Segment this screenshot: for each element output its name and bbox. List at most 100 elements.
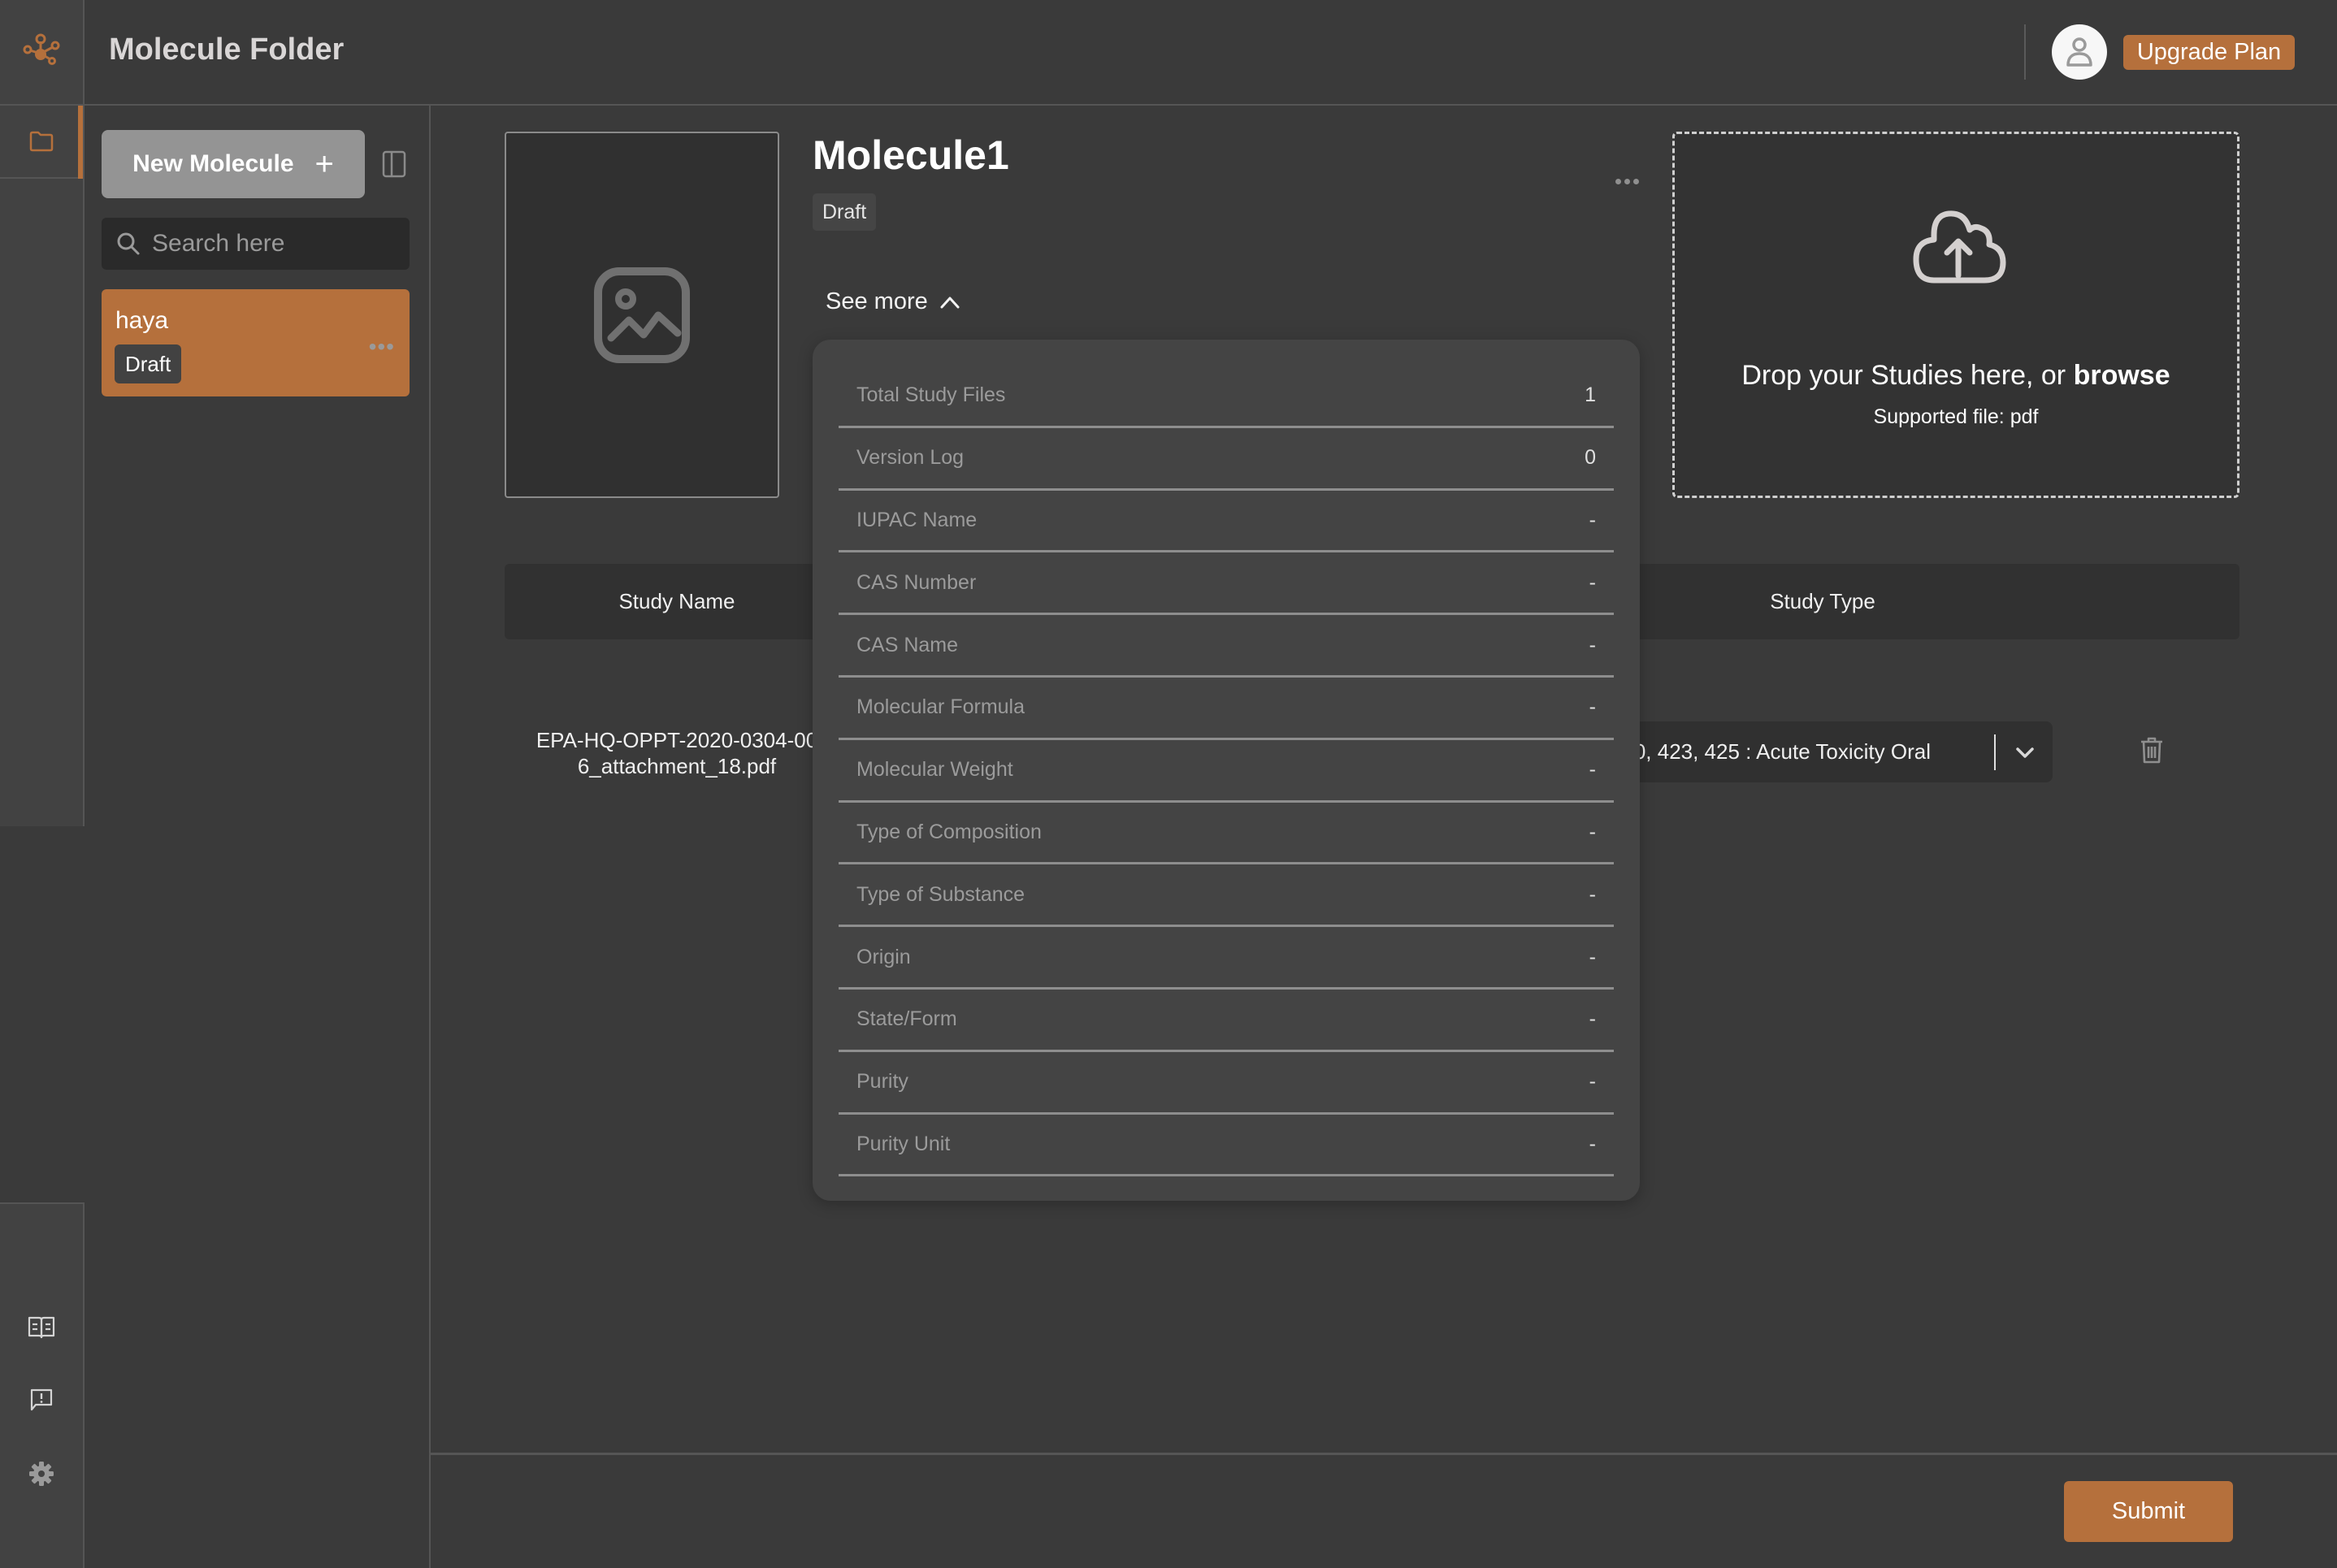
detail-label: Purity [856,1070,908,1094]
see-more-toggle[interactable]: See more [826,288,960,315]
study-name-line: EPA-HQ-OPPT-2020-0304-00 [535,728,818,752]
detail-label: State/Form [856,1007,957,1031]
detail-label: IUPAC Name [856,508,978,531]
rail-divider [0,1202,83,1204]
molecule-details-popover: Total Study Files 1 Version Log 0 IUPAC Name… [813,340,1640,1201]
user-icon [2066,37,2092,67]
trash-icon [2141,737,2162,764]
chevron-down-icon [2016,747,2034,758]
detail-row: CAS Name - [839,615,1614,678]
detail-label: Total Study Files [856,383,1006,407]
molecule-item-menu-icon[interactable]: ••• [369,334,395,360]
upgrade-plan-button[interactable]: Upgrade Plan [2123,35,2295,70]
detail-row: Total Study Files 1 [839,366,1614,428]
search-input[interactable] [152,230,396,258]
new-molecule-label: New Molecule [132,150,294,177]
detail-value: - [1589,633,1596,656]
image-icon [594,266,690,363]
rail-active-indicator [78,106,83,179]
molecule-item-name: haya [115,307,169,334]
detail-row: Molecular Weight - [839,740,1614,803]
cloud-upload-icon [1913,210,2006,284]
detail-row: CAS Number - [839,552,1614,616]
study-type-select[interactable]: 420, 423, 425 : Acute Toxicity Oral [1609,721,2053,782]
detail-row: Type of Substance - [839,864,1614,928]
folder-icon [29,131,54,152]
detail-row: Purity - [839,1052,1614,1115]
molecule-image-placeholder[interactable] [505,132,779,498]
new-molecule-button[interactable]: New Molecule + [102,130,365,198]
detail-value: - [1589,1007,1596,1031]
study-name-line: 6_attachment_18.pdf [577,754,777,778]
column-study-type: Study Type [1770,589,1875,613]
study-type-value: 420, 423, 425 : Acute Toxicity Oral [1610,739,1931,764]
top-header [0,0,2337,106]
detail-value: - [1589,820,1596,843]
search-icon [117,232,140,255]
chevron-up-icon [940,297,960,308]
dropzone-text: Drop your Studies here, or browse [1675,360,2237,392]
sidebar-toggle-icon [382,150,406,178]
plus-icon: + [314,146,334,182]
collapse-sidebar-button[interactable] [380,149,408,179]
rail-item-docs[interactable] [0,1303,83,1352]
page-title: Molecule Folder [109,32,345,67]
select-divider [1994,734,1996,770]
user-avatar[interactable] [2052,24,2107,80]
gear-icon [29,1462,54,1486]
detail-value: - [1589,508,1596,531]
detail-row: Type of Composition - [839,803,1614,865]
detail-value: - [1589,945,1596,968]
detail-label: Molecular Weight [856,758,1013,782]
study-dropzone[interactable]: Drop your Studies here, or browse Suppor… [1672,132,2239,498]
search-box[interactable] [102,218,410,270]
detail-row: Origin - [839,927,1614,990]
detail-label: Type of Substance [856,882,1025,906]
detail-value: - [1589,1070,1596,1094]
molecule-title: Molecule1 [813,132,1009,178]
molecule-more-menu[interactable] [1611,169,1643,193]
dot-icon [1624,178,1630,184]
see-more-label: See more [826,288,928,314]
detail-label: Type of Composition [856,820,1042,843]
supported-file-note: Supported file: pdf [1873,405,2039,428]
detail-value: - [1589,882,1596,906]
detail-label: Origin [856,945,911,968]
submit-button[interactable]: Submit [2064,1481,2233,1542]
detail-label: CAS Name [856,633,959,656]
detail-value: 1 [1585,383,1596,407]
feedback-icon [30,1388,53,1411]
detail-value: - [1589,570,1596,594]
molecule-logo-icon [23,33,60,65]
book-open-icon [28,1316,55,1339]
detail-label: Molecular Formula [856,695,1025,719]
detail-row: IUPAC Name - [839,491,1614,553]
header-divider [2024,24,2026,80]
detail-row: Version Log 0 [839,428,1614,491]
dot-icon [1632,178,1639,184]
detail-value: - [1589,758,1596,782]
molecule-status-badge: Draft [813,193,877,231]
detail-row: Purity Unit - [839,1115,1614,1177]
dropzone-prompt: Drop your Studies here, or [1741,360,2074,391]
dot-icon [1615,178,1621,184]
browse-link[interactable]: browse [2074,360,2170,391]
delete-study-button[interactable] [2135,731,2168,770]
detail-row: Molecular Formula - [839,678,1614,740]
molecule-list-item[interactable]: haya Draft ••• [102,289,410,396]
molecule-item-status-badge: Draft [115,344,182,383]
study-name-cell: EPA-HQ-OPPT-2020-0304-00 6_attachment_18… [505,727,849,779]
rail-item-feedback[interactable] [0,1375,83,1424]
detail-label: CAS Number [856,570,977,594]
column-study-name: Study Name [618,589,735,613]
detail-label: Version Log [856,446,965,470]
detail-row: State/Form - [839,990,1614,1052]
detail-value: - [1589,1132,1596,1155]
select-dropdown-toggle[interactable] [2002,721,2048,782]
app-logo[interactable] [0,0,85,104]
rail-item-settings[interactable] [0,1449,83,1498]
detail-value: 0 [1585,446,1596,470]
rail-item-folders[interactable] [0,106,83,179]
footer-divider [431,1453,2337,1455]
detail-value: - [1589,695,1596,719]
